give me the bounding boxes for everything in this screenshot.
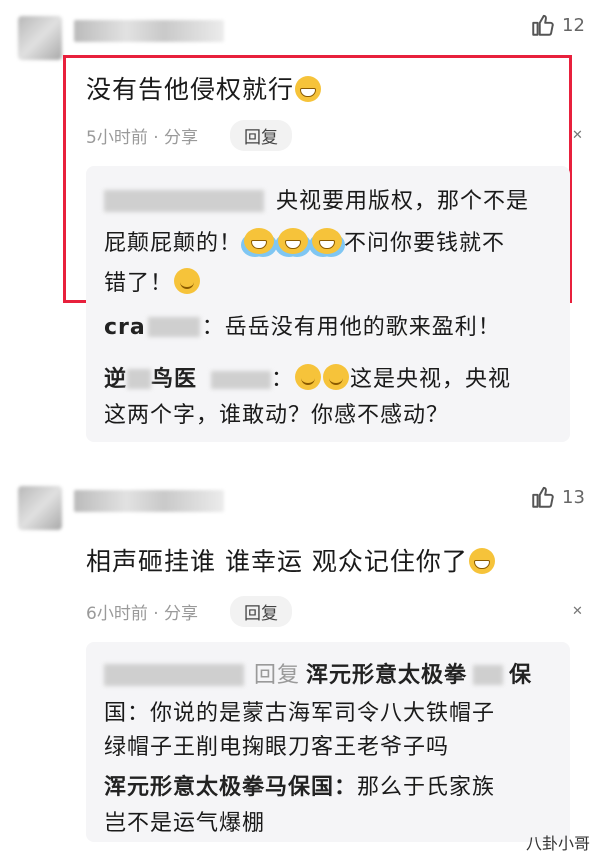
reply-item[interactable]: 央视要用版权，那个不是 xyxy=(104,184,564,220)
smirk-emoji-icon xyxy=(323,364,350,390)
comment-meta: 5小时前 · 分享 回复 xyxy=(86,120,293,151)
reply-item[interactable]: 浑元形意太极拳马保国：那么于氏家族 xyxy=(104,770,574,806)
blurred-text xyxy=(211,371,272,389)
reply-item-line: 岂不是运气爆棚 xyxy=(104,811,266,836)
laugh-cry-emoji-icon xyxy=(244,228,275,254)
like-count: 12 xyxy=(562,14,585,36)
reply-item-line: 绿帽子王削电掬眼刀客王老爷子吗 xyxy=(104,735,450,760)
close-icon[interactable]: ✕ xyxy=(572,128,583,143)
thumbs-up-icon xyxy=(532,14,554,36)
grin-emoji-icon xyxy=(295,76,322,102)
blurred-text xyxy=(127,369,152,389)
watermark: 八卦小哥 xyxy=(526,834,591,853)
avatar[interactable] xyxy=(18,16,62,60)
like-button[interactable]: 13 xyxy=(530,484,585,510)
laugh-cry-emoji-icon xyxy=(312,228,343,254)
comment-text: 没有告他侵权就行 xyxy=(86,70,322,106)
reply-item-line: 屁颠屁颠的！ 不问你要钱就不 xyxy=(104,226,574,262)
reply-item[interactable]: cra ：岳岳没有用他的歌来盈利！ xyxy=(104,310,501,346)
blurred-text xyxy=(473,665,504,685)
comment-text: 相声砸挂谁 谁幸运 观众记住你了 xyxy=(86,542,496,578)
close-icon[interactable]: ✕ xyxy=(572,604,583,619)
smirk-emoji-icon xyxy=(295,364,322,390)
reply-item-line: 错了！ xyxy=(104,266,201,302)
reply-username: cra xyxy=(104,315,146,340)
smirk-emoji-icon xyxy=(174,268,201,294)
thumbs-up-icon xyxy=(532,486,554,508)
reply-username-blurred xyxy=(104,190,264,212)
reply-username-blurred xyxy=(104,664,244,686)
reply-item-line: 这两个字，谁敢动？你感不感动？ xyxy=(104,403,450,428)
comment-meta: 6小时前 · 分享 回复 xyxy=(86,596,293,627)
username-blurred[interactable] xyxy=(74,20,224,42)
reply-target-username: 浑元形意太极拳 xyxy=(306,663,468,688)
reply-item[interactable]: 回复 浑元形意太极拳保 xyxy=(104,658,574,694)
share-link[interactable]: 5小时前 · 分享 xyxy=(86,123,198,148)
blurred-text xyxy=(147,317,200,337)
username-blurred[interactable] xyxy=(74,490,224,512)
share-link[interactable]: 6小时前 · 分享 xyxy=(86,599,198,624)
reply-username: 浑元形意太极拳马保国： xyxy=(104,775,358,800)
like-count: 13 xyxy=(562,486,585,508)
reply-item-line: 国：你说的是蒙古海军司令八大铁帽子 xyxy=(104,701,496,726)
avatar[interactable] xyxy=(18,486,62,530)
reply-item[interactable]: 逆鸟医：这是央视，央视 xyxy=(104,362,574,398)
reply-button[interactable]: 回复 xyxy=(230,596,293,627)
like-button[interactable]: 12 xyxy=(530,12,585,38)
reply-button[interactable]: 回复 xyxy=(230,120,293,151)
grin-emoji-icon xyxy=(468,548,495,574)
laugh-cry-emoji-icon xyxy=(278,228,309,254)
